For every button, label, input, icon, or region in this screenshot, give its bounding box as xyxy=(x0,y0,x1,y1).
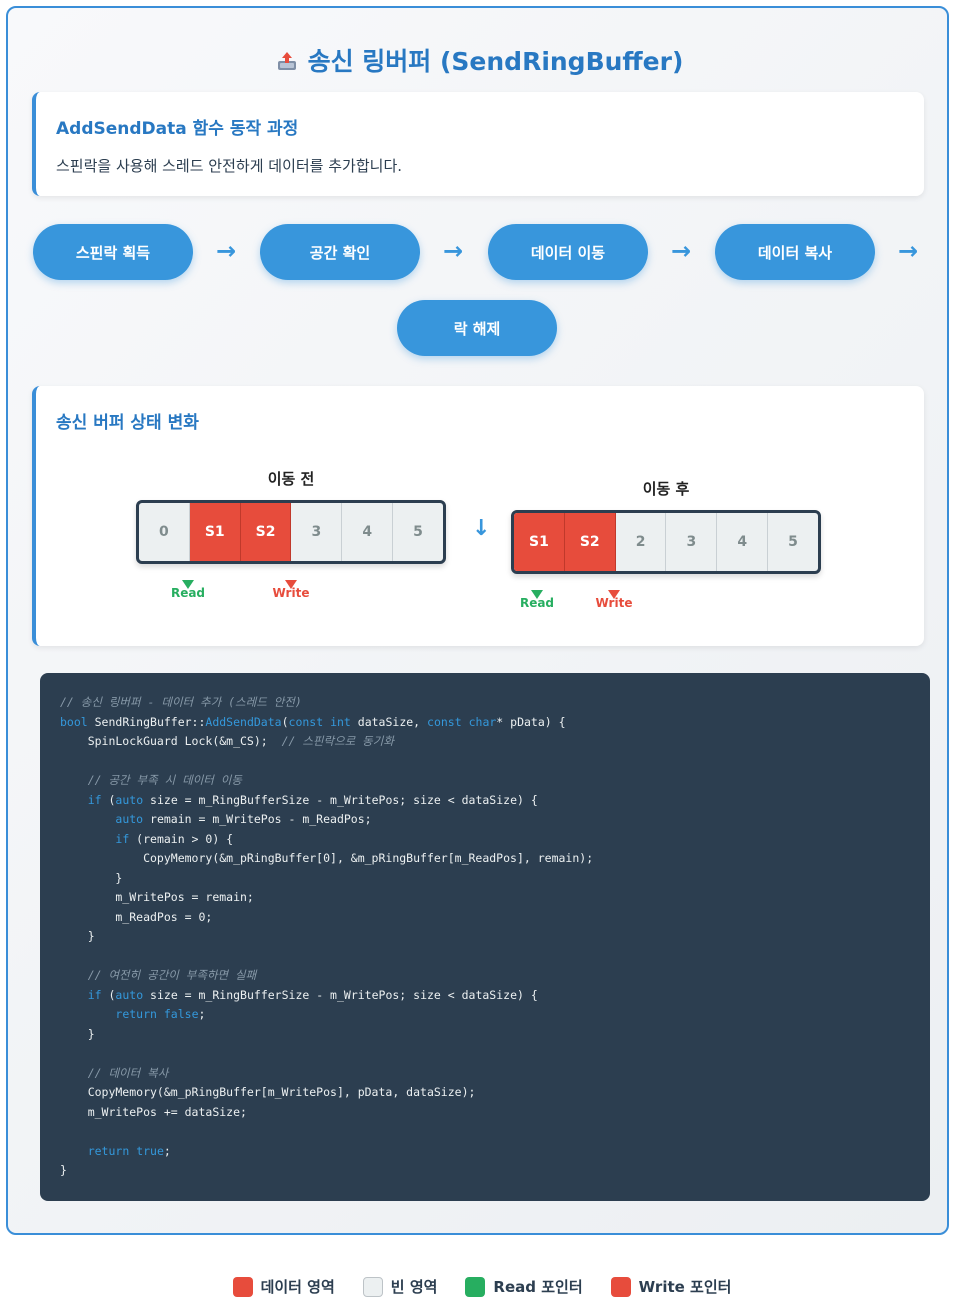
buffer-cell: 3 xyxy=(666,513,718,571)
legend-item-write: Write 포인터 xyxy=(610,1276,732,1297)
buffer-cell-data: S2 xyxy=(240,503,292,561)
write-pointer-label: Write xyxy=(595,596,633,610)
legend-item-empty: 빈 영역 xyxy=(362,1276,438,1297)
page-title: 송신 링버퍼 (SendRingBuffer) xyxy=(8,42,951,78)
outbox-tray-icon xyxy=(277,52,296,70)
step-4: 데이터 복사 xyxy=(715,224,875,280)
legend-swatch-empty xyxy=(362,1276,383,1297)
intro-text: 스핀락을 사용해 스레드 안전하게 데이터를 추가합니다. xyxy=(56,157,403,175)
legend-swatch-data xyxy=(232,1276,253,1297)
buffer-cell: 4 xyxy=(342,503,394,561)
step-arrow-3: → xyxy=(671,237,692,265)
main-panel: 송신 링버퍼 (SendRingBuffer) AddSendData 함수 동… xyxy=(6,6,949,1235)
legend-label: 빈 영역 xyxy=(390,1278,438,1296)
buffer-cell: 0 xyxy=(139,503,190,561)
code-block: // 송신 링버퍼 - 데이터 추가 (스레드 안전) bool SendRin… xyxy=(40,673,930,1201)
step-arrow-4: → xyxy=(898,237,919,265)
buffer-cell-data: S2 xyxy=(564,513,616,571)
down-arrow-icon: ↓ xyxy=(472,516,491,541)
legend-item-read: Read 포인터 xyxy=(465,1276,583,1297)
before-write-pointer: Write xyxy=(271,580,311,600)
step-1: 스핀락 획득 xyxy=(33,224,193,280)
legend-label: 데이터 영역 xyxy=(260,1278,335,1296)
step-arrow-2: → xyxy=(443,237,464,265)
after-write-pointer: Write xyxy=(594,590,634,610)
page-title-text: 송신 링버퍼 (SendRingBuffer) xyxy=(307,47,684,76)
step-arrow-1: → xyxy=(216,237,237,265)
before-buffer: 0 S1 S2 3 4 5 xyxy=(136,500,446,564)
step-3: 데이터 이동 xyxy=(488,224,648,280)
buffer-cell: 2 xyxy=(616,513,667,571)
buffer-cell-data: S1 xyxy=(514,513,565,571)
buffer-cell: 4 xyxy=(717,513,769,571)
after-read-pointer: Read xyxy=(517,590,557,610)
code-content: // 송신 링버퍼 - 데이터 추가 (스레드 안전) bool SendRin… xyxy=(60,695,594,1177)
legend-item-data: 데이터 영역 xyxy=(232,1276,335,1297)
step-5: 락 해제 xyxy=(397,300,557,356)
legend-swatch-write xyxy=(610,1276,631,1297)
legend-label: Write 포인터 xyxy=(638,1278,732,1296)
buffer-cell: 3 xyxy=(291,503,343,561)
after-label: 이동 후 xyxy=(642,480,690,498)
legend-label: Read 포인터 xyxy=(493,1278,583,1296)
buffer-cell: 5 xyxy=(788,534,798,550)
legend-swatch-read xyxy=(465,1276,486,1297)
state-heading: 송신 버퍼 상태 변화 xyxy=(56,413,199,433)
read-pointer-label: Read xyxy=(519,596,555,610)
after-buffer: S1 S2 2 3 4 5 xyxy=(511,510,821,574)
read-pointer-label: Read xyxy=(170,586,206,600)
buffer-cell: 5 xyxy=(413,524,423,540)
before-label: 이동 전 xyxy=(267,470,315,488)
before-read-pointer: Read xyxy=(168,580,208,600)
legend: 데이터 영역 빈 영역 Read 포인터 Write 포인터 xyxy=(0,1276,964,1297)
write-pointer-label: Write xyxy=(272,586,310,600)
intro-card: AddSendData 함수 동작 과정 스핀락을 사용해 스레드 안전하게 데… xyxy=(32,92,924,196)
step-2: 공간 확인 xyxy=(260,224,420,280)
intro-heading: AddSendData 함수 동작 과정 xyxy=(56,119,299,139)
buffer-cell-data: S1 xyxy=(189,503,241,561)
